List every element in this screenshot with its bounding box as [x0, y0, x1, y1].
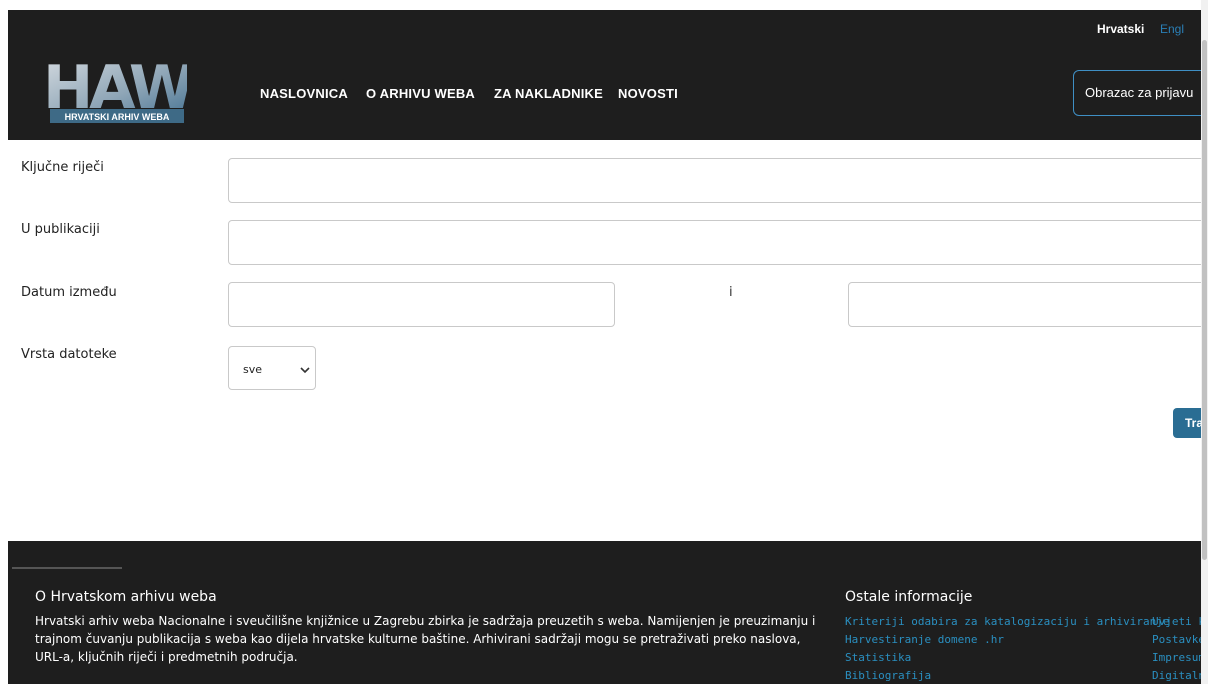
date-to-input[interactable]: [848, 282, 1208, 327]
footer-about-title: O Hrvatskom arhivu weba: [35, 589, 217, 605]
footer-link-harvestiranje[interactable]: Harvestiranje domene .hr: [845, 633, 1004, 646]
language-en-link[interactable]: Engl: [1160, 22, 1184, 36]
signup-form-button[interactable]: Obrazac za prijavu: [1073, 70, 1208, 116]
footer-other-title: Ostale informacije: [845, 589, 973, 605]
footer-link-statistika[interactable]: Statistika: [845, 651, 911, 664]
footer-link-bibliografija[interactable]: Bibliografija: [845, 669, 931, 682]
nav-naslovnica[interactable]: NASLOVNICA: [260, 86, 348, 101]
nav-o-arhivu-weba[interactable]: O ARHIVU WEBA: [366, 86, 475, 101]
footer-link-kriteriji[interactable]: Kriteriji odabira za katalogizaciju i ar…: [845, 615, 1170, 628]
nav-za-nakladnike[interactable]: ZA NAKLADNIKE: [494, 86, 603, 101]
date-from-input[interactable]: [228, 282, 615, 327]
footer-link-impresum[interactable]: Impresum: [1152, 651, 1205, 664]
chevron-down-icon: [299, 361, 311, 374]
haw-logo[interactable]: HAW HRVATSKI ARHIV WEBA: [43, 53, 198, 130]
keywords-label: Ključne riječi: [21, 160, 104, 175]
publication-input[interactable]: [228, 220, 1208, 265]
top-strip: [0, 0, 1208, 10]
footer-accent-line: [12, 567, 122, 569]
site-header: [8, 10, 1208, 140]
filetype-label: Vrsta datoteke: [21, 347, 117, 362]
filetype-select[interactable]: sve: [228, 346, 316, 390]
date-and-label: i: [729, 285, 733, 300]
publication-label: U publikaciji: [21, 222, 100, 237]
keywords-input[interactable]: [228, 158, 1208, 203]
footer-about-text: Hrvatski arhiv weba Nacionalne i sveučil…: [35, 614, 816, 664]
language-hr-link[interactable]: Hrvatski: [1097, 22, 1144, 36]
nav-novosti[interactable]: NOVOSTI: [618, 86, 678, 101]
filetype-selected-value: sve: [243, 363, 263, 376]
footer-link-digitalne[interactable]: Digitalne: [1152, 669, 1208, 682]
footer-link-postavke[interactable]: Postavke: [1152, 633, 1205, 646]
date-between-label: Datum između: [21, 285, 117, 300]
scrollbar-thumb[interactable]: [1202, 40, 1207, 560]
footer-link-uvjeti[interactable]: Uvjeti ko: [1152, 615, 1208, 628]
logo-subtitle: HRVATSKI ARHIV WEBA: [65, 112, 170, 122]
